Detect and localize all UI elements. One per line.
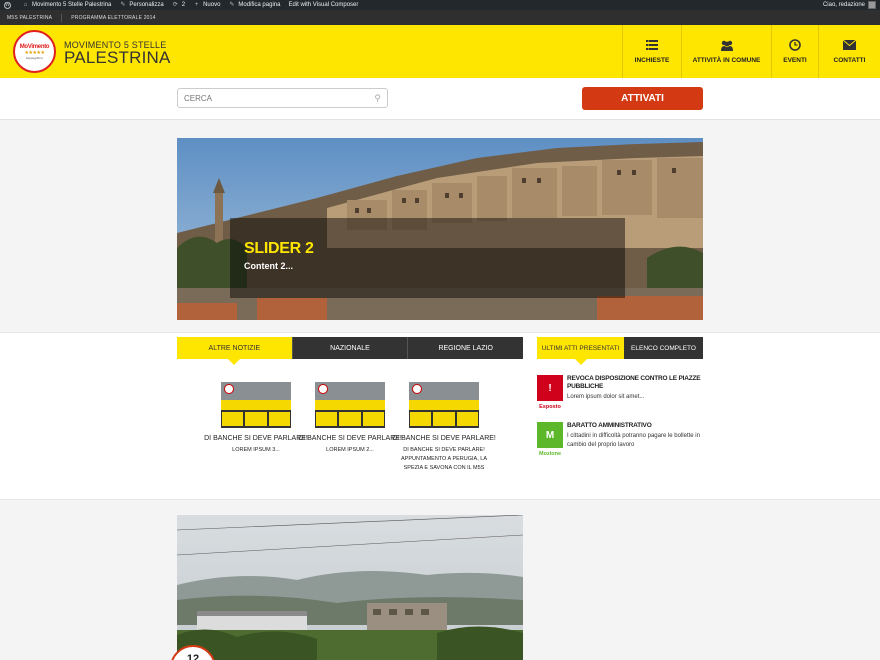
hero-slider[interactable]: SLIDER 2 Content 2... [177,138,703,320]
atto-title[interactable]: Baratto amministrativo [567,422,702,430]
pencil-icon: ✎ [229,1,235,8]
atto-description: Lorem ipsum dolor sit amet... [567,394,645,400]
atto-item[interactable]: ! Esposto Revoca disposizione contro le … [537,375,703,415]
menu-item-programma[interactable]: PROGRAMMA ELETTORALE 2014 [71,15,155,21]
mozione-icon: M [537,422,563,448]
tab-ultimi-atti[interactable]: ULTIMI ATTI PRESENTATI [537,337,624,365]
atto-item[interactable]: M Mozione Baratto amministrativo I citta… [537,422,703,462]
search-box: ⚲ [177,88,388,108]
atto-status: Esposto [539,404,561,410]
event-image[interactable] [177,515,523,660]
logo-subtext: beppegrillo.it [25,55,43,60]
admin-bar: W ⌂ Movimento 5 Stelle Palestrina ✎ Person… [0,0,880,10]
nav-attivita-in-comune[interactable]: ATTIVITÀ IN COMUNE [681,25,771,78]
esposto-icon: ! [537,375,563,401]
edit-vc-label: Edit with Visual Composer [288,2,359,8]
search-icon[interactable]: ⚲ [374,93,381,104]
m5s-logo[interactable]: MoVimento ★★★★★ beppegrillo.it [13,30,56,73]
atto-title[interactable]: Revoca disposizione contro le piazze pub… [567,375,702,391]
tab-regione-lazio[interactable]: REGIONE LAZIO [408,337,523,359]
news-item[interactable]: DI BANCHE SI DEVE PARLARE! DI BANCHE SI … [392,382,496,473]
news-thumbnail [315,382,385,428]
site-header: MoVimento ★★★★★ beppegrillo.it MOVIMENTO… [0,25,880,78]
nav-label: CONTATTI [833,57,866,64]
edit-page-link[interactable]: ✎ Modifica pagina [228,2,280,9]
list-icon [645,39,659,51]
news-item[interactable]: DI BANCHE SI DEVE PARLARE! LOREM IPSUM 3… [204,382,308,455]
users-icon [720,39,734,51]
new-content-link[interactable]: + Nuovo [193,1,221,9]
new-label: Nuovo [203,2,221,8]
slider-caption: SLIDER 2 Content 2... [230,218,625,298]
home-icon: ⌂ [23,1,28,8]
news-excerpt: LOREM IPSUM 2... [326,447,374,453]
tab-nazionale[interactable]: NAZIONALE [293,337,409,359]
edit-visual-composer-link[interactable]: Edit with Visual Composer [288,2,358,8]
atti-tabs: ULTIMI ATTI PRESENTATI ELENCO COMPLETO [537,337,703,365]
menu-divider [61,13,63,22]
clock-icon [788,39,802,51]
tab-elenco-completo[interactable]: ELENCO COMPLETO [624,337,703,359]
envelope-icon [843,39,857,51]
main-nav: INCHIESTE ATTIVITÀ IN COMUNE EVENTI CONT… [622,25,880,78]
slider-content: Content 2... [244,261,293,271]
site-brand[interactable]: MOVIMENTO 5 STELLE PALESTRINA [64,40,171,66]
landscape-image [177,515,523,660]
search-input[interactable] [184,93,364,103]
site-name-label: Movimento 5 Stelle Palestrina [32,2,112,8]
edit-page-label: Modifica pagina [238,2,281,8]
atto-description: I cittadini in difficoltà potranno pagar… [567,433,700,448]
customize-link[interactable]: ✎ Personalizza [119,2,163,9]
brush-icon: ✎ [120,1,126,8]
menu-item-m5s-palestrina[interactable]: M5S PALESTRINA [7,15,52,21]
secondary-menu: M5S PALESTRINA PROGRAMMA ELETTORALE 2014 [0,10,880,25]
updates-count: 2 [181,2,186,8]
refresh-icon: ⟳ [172,1,178,8]
avatar [868,1,876,9]
search-row: ⚲ ATTIVATI [0,78,880,120]
wordpress-logo-icon[interactable]: W [4,1,14,9]
customize-label: Personalizza [129,2,164,8]
news-title[interactable]: DI BANCHE SI DEVE PARLARE! [384,435,504,442]
greeting-label: Ciao, redazione [822,2,865,8]
updates-link[interactable]: ⟳ 2 [172,2,185,9]
nav-inchieste[interactable]: INCHIESTE [622,25,681,78]
plus-icon: + [194,1,199,8]
attivati-button[interactable]: ATTIVATI [582,87,703,110]
news-excerpt: DI BANCHE SI DEVE PARLARE! APPUNTAMENTO … [401,447,487,471]
brand-main: PALESTRINA [64,48,171,67]
site-name-link[interactable]: ⌂ Movimento 5 Stelle Palestrina [22,1,112,9]
nav-contatti[interactable]: CONTATTI [818,25,880,78]
nav-eventi[interactable]: EVENTI [771,25,818,78]
slider-title: SLIDER 2 [244,240,314,257]
news-thumbnail [409,382,479,428]
news-excerpt: LOREM IPSUM 3... [232,447,280,453]
tab-altre-notizie[interactable]: ALTRE NOTIZIE [177,337,293,365]
user-account-menu[interactable]: Ciao, redazione [823,1,876,9]
news-tabs: ALTRE NOTIZIE NAZIONALE REGIONE LAZIO [177,337,523,365]
news-thumbnail [221,382,291,428]
nav-label: ATTIVITÀ IN COMUNE [692,57,761,64]
nav-label: INCHIESTE [634,57,670,64]
news-item[interactable]: DI BANCHE SI DEVE PARLARE! LOREM IPSUM 2… [298,382,402,455]
nav-label: EVENTI [783,57,807,64]
atto-status: Mozione [539,451,561,457]
